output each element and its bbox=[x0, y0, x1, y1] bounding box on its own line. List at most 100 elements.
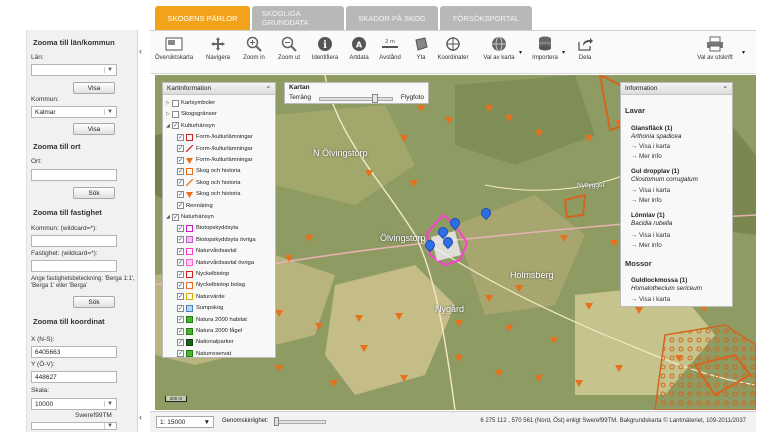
layer-row[interactable]: Nyckelbiotop bolag bbox=[177, 280, 245, 290]
layer-checkbox[interactable] bbox=[177, 133, 184, 141]
dela-button[interactable]: Dela bbox=[565, 35, 605, 61]
layer-checkbox[interactable] bbox=[177, 293, 184, 301]
skala-select[interactable]: 10000 ▼ bbox=[31, 398, 117, 410]
collapse-panel-icon[interactable]: ⌃ bbox=[723, 85, 728, 93]
map-marker-triangle-icon[interactable] bbox=[455, 355, 463, 362]
map-marker-triangle-icon[interactable] bbox=[315, 323, 323, 330]
tab-skador-pa-skog[interactable]: SKADOR PÅ SKOG bbox=[346, 6, 438, 30]
tab-skogliga-grunddata[interactable]: SKOGLIGA GRUNDDATA bbox=[252, 6, 344, 30]
visa-kommun-button[interactable]: Visa bbox=[73, 123, 115, 135]
layer-row[interactable]: Naturvårdsavtal övriga bbox=[177, 258, 254, 268]
fastighet-kommun-input[interactable] bbox=[31, 235, 117, 247]
layer-checkbox[interactable] bbox=[177, 202, 184, 210]
layer-checkbox[interactable] bbox=[172, 99, 179, 107]
layer-checkbox[interactable] bbox=[177, 316, 184, 324]
layer-row[interactable]: Skog och historia bbox=[177, 189, 240, 199]
map-marker-triangle-icon[interactable] bbox=[330, 380, 338, 387]
layer-checkbox[interactable] bbox=[177, 236, 184, 244]
sok-fastighet-button[interactable]: Sök bbox=[73, 296, 115, 308]
layer-checkbox[interactable] bbox=[177, 179, 184, 187]
layer-row[interactable]: Skog och historia bbox=[177, 178, 240, 188]
layer-checkbox[interactable] bbox=[177, 190, 184, 198]
map-marker-triangle-icon[interactable] bbox=[455, 320, 463, 327]
x-input[interactable]: 6405663 bbox=[31, 346, 117, 358]
crs-select[interactable]: ▼ bbox=[31, 422, 117, 430]
map-marker-triangle-icon[interactable] bbox=[615, 365, 623, 372]
sok-ort-button[interactable]: Sök bbox=[73, 187, 115, 199]
zoom-out-button[interactable]: Zoom ut bbox=[269, 35, 309, 61]
map-marker-triangle-icon[interactable] bbox=[585, 303, 593, 310]
map-marker-triangle-icon[interactable] bbox=[400, 375, 408, 382]
transparency-slider[interactable] bbox=[274, 420, 326, 424]
map-marker-triangle-icon[interactable] bbox=[305, 235, 313, 242]
mer-info-link[interactable]: → Mer info bbox=[631, 153, 662, 160]
scale-select[interactable]: 1: 15000 ▼ bbox=[156, 416, 214, 428]
map-marker-triangle-icon[interactable] bbox=[365, 170, 373, 177]
layer-row[interactable]: Form-/kulturlämningar bbox=[177, 144, 253, 154]
layer-row[interactable]: Natura 2000 habitat bbox=[177, 315, 247, 325]
visa-i-karta-link[interactable]: → Visa i karta bbox=[631, 232, 670, 239]
layer-checkbox[interactable] bbox=[177, 224, 184, 232]
map-marker-triangle-icon[interactable] bbox=[395, 313, 403, 320]
val-av-utskrift-button[interactable]: Val av utskrift bbox=[690, 35, 740, 61]
ort-input[interactable] bbox=[31, 169, 117, 181]
layer-row[interactable]: Naturvärde bbox=[177, 292, 225, 302]
map-marker-triangle-icon[interactable] bbox=[445, 117, 453, 124]
layer-row[interactable]: Biotopskyddsyta övriga bbox=[177, 235, 256, 245]
map-marker-triangle-icon[interactable] bbox=[575, 380, 583, 387]
map-marker-triangle-icon[interactable] bbox=[417, 105, 425, 112]
layer-row[interactable]: Naturvårdsavtal bbox=[177, 246, 237, 256]
layer-row[interactable]: Biotopskyddsyta bbox=[177, 223, 238, 233]
map-marker-triangle-icon[interactable] bbox=[505, 115, 513, 122]
map-marker-triangle-icon[interactable] bbox=[355, 315, 363, 322]
layer-row[interactable]: Form-/kulturlämningar bbox=[177, 155, 253, 165]
map-marker-triangle-icon[interactable] bbox=[635, 307, 643, 314]
map-marker-triangle-icon[interactable] bbox=[505, 325, 513, 332]
layer-row[interactable]: ◢Naturhänsyn bbox=[166, 212, 214, 222]
layer-checkbox[interactable] bbox=[172, 122, 179, 130]
map-marker-triangle-icon[interactable] bbox=[515, 285, 523, 292]
map-marker-triangle-icon[interactable] bbox=[360, 345, 368, 352]
layer-checkbox[interactable] bbox=[177, 350, 184, 358]
map-marker-triangle-icon[interactable] bbox=[285, 255, 293, 262]
transparency-slider-handle[interactable] bbox=[274, 417, 279, 426]
layer-checkbox[interactable] bbox=[177, 247, 184, 255]
layer-row[interactable]: ◢Kulturhänsyn bbox=[166, 121, 215, 131]
mer-info-link[interactable]: → Mer info bbox=[631, 197, 662, 204]
collapse-bottom-icon[interactable]: ‹ bbox=[139, 412, 142, 422]
map-blend-slider-handle[interactable] bbox=[371, 94, 378, 103]
lan-select[interactable]: ▼ bbox=[31, 64, 117, 76]
layer-checkbox[interactable] bbox=[177, 304, 184, 312]
layer-checkbox[interactable] bbox=[177, 281, 184, 289]
map-marker-triangle-icon[interactable] bbox=[410, 180, 418, 187]
utskrift-dropdown-icon[interactable]: ▾ bbox=[742, 49, 745, 56]
layer-row[interactable]: Naturreservat bbox=[177, 349, 231, 359]
visa-i-karta-link[interactable]: → Visa i karta bbox=[631, 296, 670, 303]
mer-info-link[interactable]: → Mer info bbox=[631, 242, 662, 249]
layer-row[interactable]: Sumpskog bbox=[177, 303, 223, 313]
map-blend-slider[interactable] bbox=[319, 97, 393, 101]
layer-checkbox[interactable] bbox=[177, 259, 184, 267]
map-marker-triangle-icon[interactable] bbox=[485, 295, 493, 302]
layer-row[interactable]: Rennäring bbox=[177, 201, 213, 211]
koordinater-button[interactable]: Koordinater bbox=[433, 35, 473, 61]
layer-row[interactable]: ▷ Skogsgränser bbox=[166, 109, 217, 119]
visa-lan-button[interactable]: Visa bbox=[73, 82, 115, 94]
layer-checkbox[interactable] bbox=[177, 167, 184, 175]
collapse-left-panel-icon[interactable]: ‹ bbox=[139, 46, 142, 56]
map-marker-triangle-icon[interactable] bbox=[275, 310, 283, 317]
map-marker-triangle-icon[interactable] bbox=[485, 105, 493, 112]
map-marker-triangle-icon[interactable] bbox=[535, 130, 543, 137]
layer-checkbox[interactable] bbox=[177, 270, 184, 278]
oversiktskarta-button[interactable]: Översiktskarta bbox=[154, 35, 194, 61]
val-av-karta-button[interactable]: Val av karta bbox=[476, 35, 522, 61]
importera-button[interactable]: Importera bbox=[525, 35, 565, 61]
visa-i-karta-link[interactable]: → Visa i karta bbox=[631, 143, 670, 150]
map-marker-triangle-icon[interactable] bbox=[610, 240, 618, 247]
map-marker-triangle-icon[interactable] bbox=[585, 135, 593, 142]
map-marker-triangle-icon[interactable] bbox=[535, 375, 543, 382]
layer-checkbox[interactable] bbox=[172, 110, 179, 118]
layer-row[interactable]: Skog och historia bbox=[177, 166, 240, 176]
layer-row[interactable]: Nationalparker bbox=[177, 337, 234, 347]
tab-skogens-parlor[interactable]: SKOGENS PÄRLOR bbox=[155, 6, 250, 30]
